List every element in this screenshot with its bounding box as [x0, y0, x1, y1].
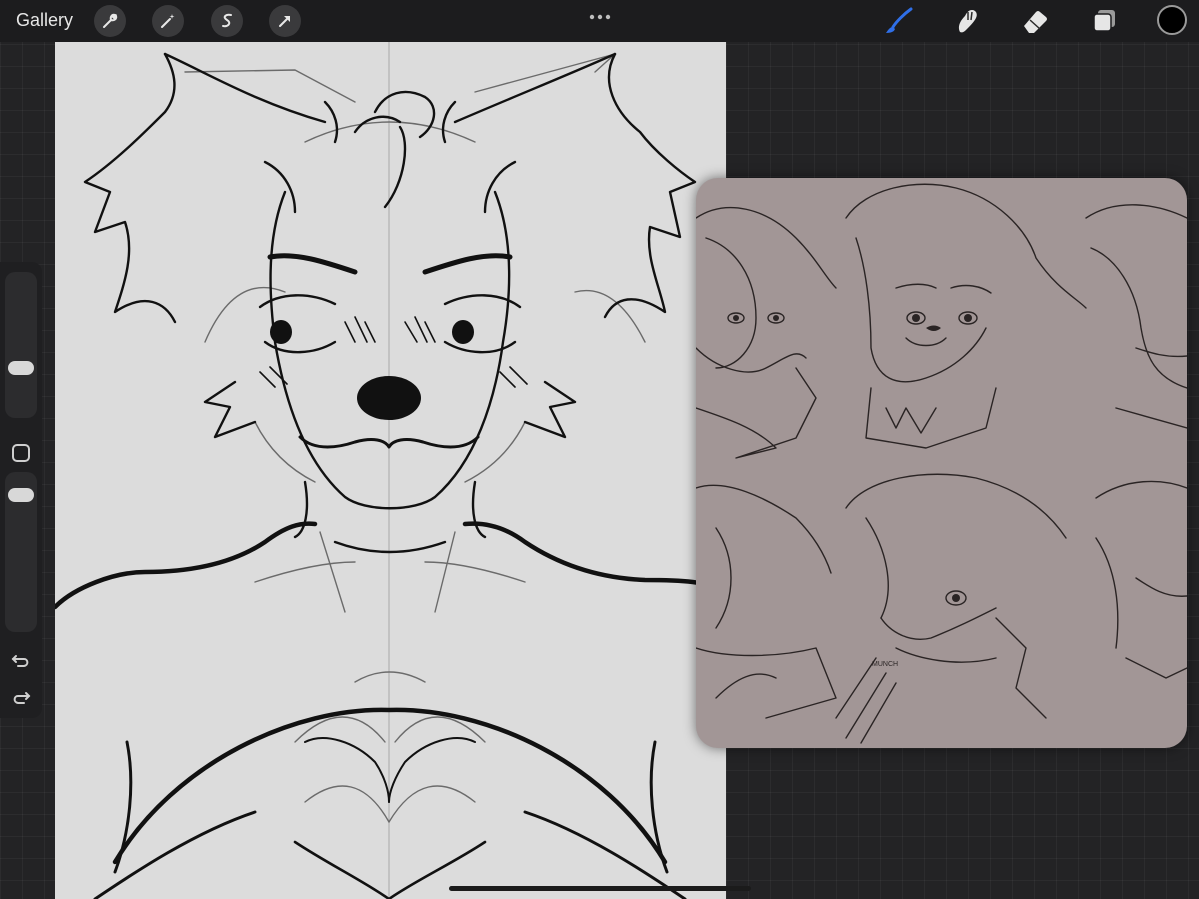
color-picker-button[interactable]: [1157, 5, 1187, 35]
brush-icon[interactable]: [884, 6, 914, 36]
reference-annotation: MUNCH: [872, 661, 898, 668]
opacity-slider-thumb[interactable]: [8, 488, 34, 502]
more-options-icon[interactable]: [589, 8, 611, 26]
brush-size-slider-thumb[interactable]: [8, 361, 34, 375]
drawing-canvas[interactable]: [55, 42, 726, 899]
nose: [357, 376, 421, 420]
undo-icon[interactable]: [10, 650, 32, 672]
opacity-slider[interactable]: [5, 472, 37, 632]
home-indicator[interactable]: [449, 886, 751, 891]
selection-icon[interactable]: [211, 5, 243, 37]
wrench-icon[interactable]: [94, 5, 126, 37]
magic-wand-icon[interactable]: [152, 5, 184, 37]
smudge-icon[interactable]: [952, 6, 982, 36]
sketch-drawing: [55, 42, 726, 899]
square-modifier-icon[interactable]: [12, 444, 30, 462]
reference-sketch-sheet: MUNCH: [696, 183, 1187, 744]
right-eye-pupil: [452, 320, 474, 344]
reference-image-panel[interactable]: MUNCH: [696, 178, 1187, 748]
left-sidebar: [0, 262, 42, 718]
left-eye-pupil: [270, 320, 292, 344]
layers-icon[interactable]: [1090, 6, 1120, 36]
gallery-button[interactable]: Gallery: [16, 10, 73, 31]
transform-arrow-icon[interactable]: [269, 5, 301, 37]
brush-size-slider[interactable]: [5, 272, 37, 418]
eraser-icon[interactable]: [1020, 6, 1050, 36]
top-toolbar: Gallery: [0, 0, 1199, 42]
redo-icon[interactable]: [10, 687, 32, 709]
